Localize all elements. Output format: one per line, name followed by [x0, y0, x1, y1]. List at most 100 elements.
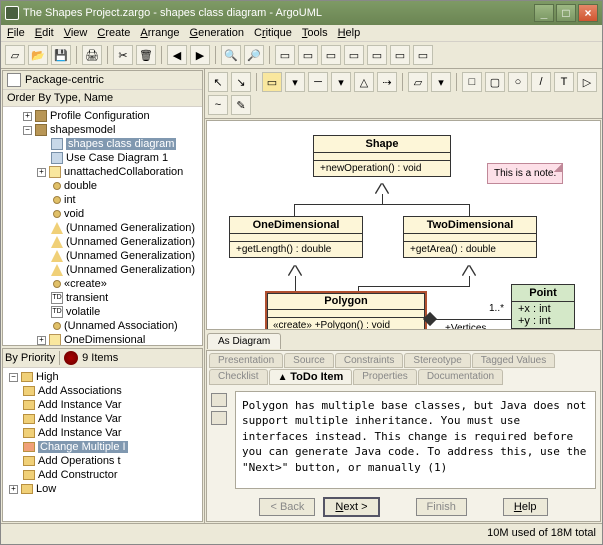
menu-tools[interactable]: Tools	[302, 27, 328, 39]
poly-tool[interactable]: ▷	[577, 72, 597, 92]
priority-combo[interactable]: By Priority	[5, 352, 55, 364]
tab-stereotype[interactable]: Stereotype	[404, 353, 470, 368]
menu-arrange[interactable]: Arrange	[140, 27, 179, 39]
todo-item[interactable]: Add Associations	[5, 384, 200, 398]
save-button[interactable]: 💾	[51, 45, 71, 65]
menu-critique[interactable]: Critique	[254, 27, 292, 39]
todo-item[interactable]: −High	[5, 370, 200, 384]
menu-edit[interactable]: Edit	[35, 27, 54, 39]
find-button[interactable]: 🔍	[221, 45, 241, 65]
todo-item[interactable]: Add Operations t	[5, 454, 200, 468]
menu-create[interactable]: Create	[97, 27, 130, 39]
perspective-combo[interactable]: Package-centric	[25, 74, 104, 86]
select-tool[interactable]: ↖	[208, 72, 228, 92]
menu-view[interactable]: View	[64, 27, 88, 39]
rrect-tool[interactable]: ▢	[485, 72, 505, 92]
tool-drop[interactable]: ▾	[285, 72, 305, 92]
ink-tool[interactable]: ✎	[231, 95, 251, 115]
tree-item[interactable]: (Unnamed Generalization)	[5, 221, 200, 235]
tree-item[interactable]: void	[5, 207, 200, 221]
tab-properties[interactable]: Properties	[353, 369, 417, 385]
todo-item[interactable]: +Low	[5, 482, 200, 496]
nav-fwd-button[interactable]: ▶	[190, 45, 210, 65]
todo-tree[interactable]: −HighAdd AssociationsAdd Instance VarAdd…	[3, 368, 202, 521]
tree-item[interactable]: +OneDimensional	[5, 333, 200, 345]
rect-tool[interactable]: □	[462, 72, 482, 92]
tree-item[interactable]: (Unnamed Association)	[5, 319, 200, 333]
tab-source[interactable]: Source	[284, 353, 334, 368]
dep-tool[interactable]: ⇢	[377, 72, 397, 92]
curve-tool[interactable]: ~	[208, 95, 228, 115]
class-polygon[interactable]: Polygon «create» +Polygon() : void	[265, 291, 427, 330]
tree-item[interactable]: +Profile Configuration	[5, 109, 200, 123]
cut-button[interactable]: ✂	[113, 45, 133, 65]
tree-item[interactable]: +unattachedCollaboration	[5, 165, 200, 179]
assoc-drop[interactable]: ▾	[331, 72, 351, 92]
diag7-button[interactable]: ▭	[413, 45, 433, 65]
model-tree[interactable]: +Profile Configuration−shapesmodelshapes…	[3, 107, 202, 345]
assoc-tool[interactable]: ─	[308, 72, 328, 92]
tree-item[interactable]: −shapesmodel	[5, 123, 200, 137]
diag1-button[interactable]: ▭	[275, 45, 295, 65]
text-tool[interactable]: T	[554, 72, 574, 92]
zoom-button[interactable]: 🔎	[244, 45, 264, 65]
line-tool[interactable]: /	[531, 72, 551, 92]
tab-presentation[interactable]: Presentation	[209, 353, 283, 368]
tab-as-diagram[interactable]: As Diagram	[207, 333, 281, 349]
tree-item[interactable]: (Unnamed Generalization)	[5, 249, 200, 263]
wizard-icon[interactable]	[211, 393, 227, 407]
tree-item[interactable]: TDtransient	[5, 291, 200, 305]
class-point[interactable]: Point +x : int+y : int	[511, 284, 575, 330]
print-button[interactable]: 🖨	[82, 45, 102, 65]
open-button[interactable]: 📂	[28, 45, 48, 65]
snooze-icon[interactable]	[211, 411, 227, 425]
todo-item[interactable]: Change Multiple I	[5, 440, 200, 454]
gen-tool[interactable]: △	[354, 72, 374, 92]
tree-item[interactable]: double	[5, 179, 200, 193]
tab-tagged-values[interactable]: Tagged Values	[472, 353, 555, 368]
tab-documentation[interactable]: Documentation	[418, 369, 503, 385]
new-button[interactable]: ▱	[5, 45, 25, 65]
delete-button[interactable]: 🗑	[136, 45, 156, 65]
tree-item[interactable]: int	[5, 193, 200, 207]
tab-constraints[interactable]: Constraints	[335, 353, 404, 368]
menu-file[interactable]: File	[7, 27, 25, 39]
minimize-button[interactable]: _	[534, 4, 554, 22]
class-tool[interactable]: ▭	[262, 72, 282, 92]
diag3-button[interactable]: ▭	[321, 45, 341, 65]
tree-item[interactable]: (Unnamed Generalization)	[5, 263, 200, 277]
maximize-button[interactable]: □	[556, 4, 576, 22]
diag5-button[interactable]: ▭	[367, 45, 387, 65]
tree-item[interactable]: (Unnamed Generalization)	[5, 235, 200, 249]
menu-generation[interactable]: Generation	[190, 27, 244, 39]
menu-help[interactable]: Help	[338, 27, 361, 39]
tree-item[interactable]: Use Case Diagram 1	[5, 151, 200, 165]
todo-item[interactable]: Add Instance Var	[5, 426, 200, 440]
broom-tool[interactable]: ↘	[231, 72, 251, 92]
perspective-icon[interactable]	[7, 73, 21, 87]
class-twodimensional[interactable]: TwoDimensional +getArea() : double	[403, 216, 537, 258]
nav-back-button[interactable]: ◀	[167, 45, 187, 65]
todo-item[interactable]: Add Instance Var	[5, 398, 200, 412]
todo-item[interactable]: Add Instance Var	[5, 412, 200, 426]
close-button[interactable]: ×	[578, 4, 598, 22]
next-button[interactable]: Next >	[323, 497, 379, 517]
order-combo[interactable]: Order By Type, Name	[7, 92, 113, 104]
tree-item[interactable]: shapes class diagram	[5, 137, 200, 151]
note-element[interactable]: This is a note.	[487, 163, 563, 184]
help-button[interactable]: Help	[503, 498, 548, 516]
tab-todo-item[interactable]: ▲ ToDo Item	[269, 369, 353, 385]
note-drop[interactable]: ▾	[431, 72, 451, 92]
circle-tool[interactable]: ○	[508, 72, 528, 92]
class-onedimensional[interactable]: OneDimensional +getLength() : double	[229, 216, 363, 258]
tree-item[interactable]: TDvolatile	[5, 305, 200, 319]
note-tool[interactable]: ▱	[408, 72, 428, 92]
class-shape[interactable]: Shape +newOperation() : void	[313, 135, 451, 177]
diagram-canvas[interactable]: Shape +newOperation() : void This is a n…	[206, 120, 601, 330]
todo-item[interactable]: Add Constructor	[5, 468, 200, 482]
tree-item[interactable]: «create»	[5, 277, 200, 291]
diag2-button[interactable]: ▭	[298, 45, 318, 65]
diag6-button[interactable]: ▭	[390, 45, 410, 65]
tab-checklist[interactable]: Checklist	[209, 369, 268, 385]
diag4-button[interactable]: ▭	[344, 45, 364, 65]
